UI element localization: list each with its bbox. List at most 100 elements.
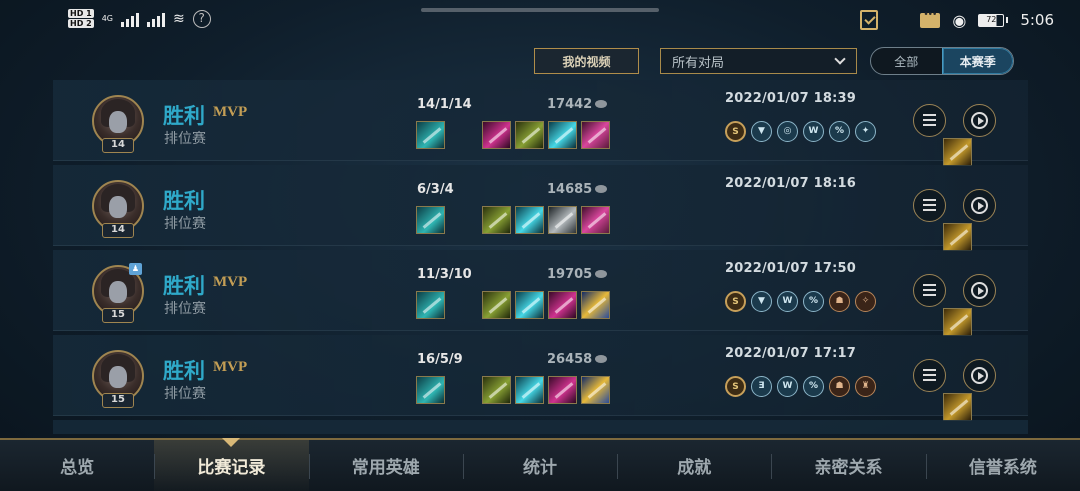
match-row[interactable]: 15 ♟ 胜利 MVP 排位赛 11/3/10 19705 2022/01/07 17:50 S… xyxy=(53,250,1028,336)
achievement-badge-icon: ♜ xyxy=(855,376,876,397)
list-icon xyxy=(923,284,936,296)
champion-level: 15 xyxy=(102,308,134,323)
mvp-badge: MVP xyxy=(213,359,248,375)
kda: 14/1/14 xyxy=(417,97,472,112)
game-mode: 排位赛 xyxy=(164,131,206,147)
item-icon[interactable] xyxy=(482,376,511,404)
mvp-badge: MVP xyxy=(213,104,248,120)
match-type-dropdown[interactable]: 所有对局 xyxy=(660,48,857,74)
play-circle-icon xyxy=(971,112,988,129)
nav-tab-label: 常用英雄 xyxy=(351,458,420,478)
nav-tab[interactable]: 成就 xyxy=(617,440,771,491)
achievement-badge-icon: ☗ xyxy=(829,376,850,397)
match-result: 胜利 xyxy=(163,274,205,298)
my-video-button[interactable]: 我的视频 xyxy=(534,48,639,74)
match-result: 胜利 xyxy=(163,359,205,383)
item-icon[interactable] xyxy=(943,393,972,421)
hd-indicators: HD 1 HD 2 xyxy=(68,9,94,28)
achievement-badge-icon: ✧ xyxy=(855,291,876,312)
item-icon[interactable] xyxy=(943,308,972,336)
achievement-badge-icon: S xyxy=(725,376,746,397)
replay-button[interactable] xyxy=(963,274,996,307)
season-all-option[interactable]: 全部 xyxy=(871,48,942,74)
match-detail-button[interactable] xyxy=(913,104,946,137)
match-detail-button[interactable] xyxy=(913,274,946,307)
item-icon[interactable] xyxy=(581,206,610,234)
item-build xyxy=(416,291,972,336)
item-icon[interactable] xyxy=(548,376,577,404)
hd1-indicator: HD 1 xyxy=(68,9,94,18)
status-right: ◉ 72 5:06 xyxy=(860,10,1054,30)
season-current-option[interactable]: 本赛季 xyxy=(941,48,1013,74)
item-icon[interactable] xyxy=(515,376,544,404)
item-icon[interactable] xyxy=(482,291,511,319)
list-icon xyxy=(923,369,936,381)
battery-level: 72 xyxy=(978,13,1005,27)
achievement-badge-icon: ▼ xyxy=(751,291,772,312)
match-type-value: 所有对局 xyxy=(672,55,725,71)
item-icon[interactable] xyxy=(581,376,610,404)
replay-button[interactable] xyxy=(963,189,996,222)
match-result: 胜利 xyxy=(163,104,205,128)
item-icon[interactable] xyxy=(416,121,445,149)
item-icon[interactable] xyxy=(581,121,610,149)
item-icon[interactable] xyxy=(581,291,610,319)
drag-handle[interactable] xyxy=(421,8,659,12)
item-icon[interactable] xyxy=(482,206,511,234)
item-icon[interactable] xyxy=(515,206,544,234)
gold-coin-icon xyxy=(595,100,607,108)
nav-tab-label: 比赛记录 xyxy=(197,458,266,478)
match-detail-button[interactable] xyxy=(913,189,946,222)
match-row[interactable]: 15 胜利 MVP 排位赛 16/5/9 26458 2022/01/07 17:17 S Ǝ W… xyxy=(53,335,1028,421)
nav-tab[interactable]: 常用英雄 xyxy=(308,440,463,491)
nav-tab[interactable]: 统计 xyxy=(462,440,617,491)
item-icon[interactable] xyxy=(482,121,511,149)
match-row[interactable]: 14 胜利 排位赛 6/3/4 14685 2022/01/07 18:16 xyxy=(53,165,1028,251)
item-icon[interactable] xyxy=(515,291,544,319)
nav-tab[interactable]: 信誉系统 xyxy=(925,440,1080,491)
achievement-badge-icon: ▼ xyxy=(751,121,772,142)
item-icon[interactable] xyxy=(548,121,577,149)
achievement-badge-icon: S xyxy=(725,291,746,312)
match-datetime: 2022/01/07 17:50 xyxy=(725,261,856,276)
gold-earned: 14685 xyxy=(547,182,593,197)
gold-earned: 19705 xyxy=(547,267,593,282)
play-circle-icon xyxy=(971,197,988,214)
nav-tab[interactable]: 亲密关系 xyxy=(771,440,925,491)
list-icon xyxy=(923,199,936,211)
achievement-badge-icon: W xyxy=(777,376,798,397)
match-detail-button[interactable] xyxy=(913,359,946,392)
nav-tab[interactable]: 总览 xyxy=(0,440,154,491)
item-build xyxy=(416,121,972,166)
match-row[interactable]: 14 胜利 MVP 排位赛 14/1/14 17442 2022/01/07 18:39 S ▼… xyxy=(53,80,1028,166)
champion-level: 14 xyxy=(102,223,134,238)
active-tab-marker-icon xyxy=(222,438,241,447)
achievement-badges: S ▼ W% ☗ ✧ xyxy=(725,291,876,312)
nav-tab[interactable]: 比赛记录 xyxy=(154,438,309,491)
item-icon[interactable] xyxy=(416,206,445,234)
question-mark-icon[interactable]: ? xyxy=(192,9,211,28)
achievement-badges: S ▼ ◎ W% ✦ xyxy=(725,121,876,142)
replay-button[interactable] xyxy=(963,104,996,137)
gold-coin-icon xyxy=(595,355,607,363)
game-mode: 排位赛 xyxy=(164,216,206,232)
achievement-badge-icon: ✦ xyxy=(855,121,876,142)
nav-tab-label: 总览 xyxy=(60,458,95,478)
eye-icon: ◉ xyxy=(952,10,967,30)
item-icon[interactable] xyxy=(416,376,445,404)
item-build xyxy=(416,376,972,421)
item-icon[interactable] xyxy=(416,291,445,319)
item-icon[interactable] xyxy=(515,121,544,149)
item-icon[interactable] xyxy=(548,206,577,234)
match-list: 14 胜利 MVP 排位赛 14/1/14 17442 2022/01/07 18:39 S ▼… xyxy=(53,80,1028,421)
item-icon[interactable] xyxy=(548,291,577,319)
chat-icon[interactable] xyxy=(920,10,941,28)
achievement-badge-icon: W xyxy=(777,291,798,312)
item-icon[interactable] xyxy=(943,138,972,166)
season-toggle[interactable]: 全部 本赛季 xyxy=(870,47,1014,75)
list-icon xyxy=(923,114,936,126)
replay-button[interactable] xyxy=(963,359,996,392)
task-check-icon[interactable] xyxy=(860,10,879,30)
item-icon[interactable] xyxy=(943,223,972,251)
gold-coin-icon xyxy=(595,185,607,193)
